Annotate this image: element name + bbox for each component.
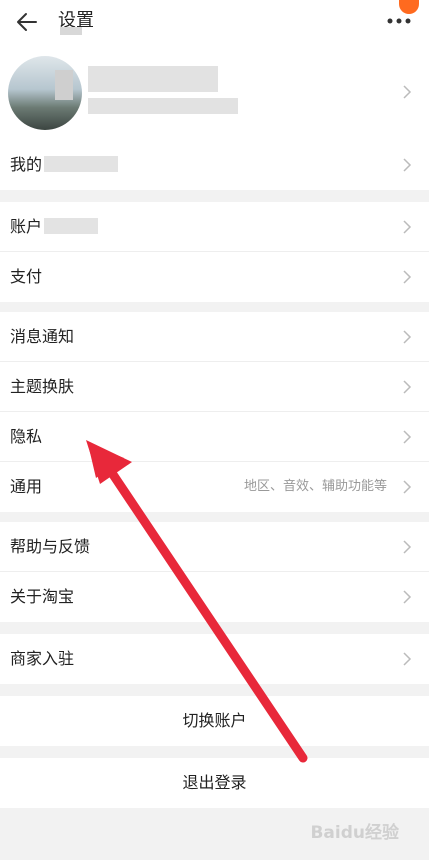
row-theme[interactable]: 主题换肤 [0, 362, 429, 412]
row-label: 商家入驻 [10, 649, 75, 668]
blurred-text [44, 218, 98, 234]
switch-account-button[interactable]: 切换账户 [0, 696, 429, 746]
settings-section: 消息通知 主题换肤 隐私 通用 地区、音效、辅助功能等 [0, 312, 429, 512]
logout-button[interactable]: 退出登录 [0, 758, 429, 808]
row-account[interactable]: 账户 [0, 202, 429, 252]
logout-label: 退出登录 [182, 773, 247, 792]
help-section: 帮助与反馈 关于淘宝 [0, 522, 429, 622]
notification-badge [399, 0, 419, 14]
chevron-right-icon [401, 270, 413, 284]
switch-account-label: 切换账户 [182, 711, 247, 730]
row-about[interactable]: 关于淘宝 [0, 572, 429, 622]
row-notifications[interactable]: 消息通知 [0, 312, 429, 362]
chevron-right-icon [401, 430, 413, 444]
row-privacy[interactable]: 隐私 [0, 412, 429, 462]
blurred-text [55, 70, 73, 100]
merchant-section: 商家入驻 [0, 634, 429, 684]
chevron-right-icon [401, 380, 413, 394]
row-my[interactable]: 我的 [0, 140, 429, 190]
chevron-right-icon [401, 85, 413, 99]
row-label: 支付 [10, 267, 43, 286]
blurred-text [60, 27, 82, 35]
chevron-right-icon [401, 652, 413, 666]
row-label: 关于淘宝 [10, 587, 75, 606]
row-help-feedback[interactable]: 帮助与反馈 [0, 522, 429, 572]
row-label: 账户 [10, 217, 43, 236]
account-section-2: 账户 支付 [0, 202, 429, 302]
row-label: 通用 [10, 477, 43, 496]
chevron-right-icon [401, 540, 413, 554]
row-value: 地区、音效、辅助功能等 [243, 479, 387, 494]
blurred-text [44, 156, 118, 172]
row-label: 隐私 [10, 427, 43, 446]
profile-card[interactable] [0, 44, 429, 140]
more-dots-icon[interactable] [387, 16, 411, 26]
chevron-right-icon [401, 158, 413, 172]
row-merchant[interactable]: 商家入驻 [0, 634, 429, 684]
row-label: 主题换肤 [10, 377, 75, 396]
back-arrow-icon[interactable] [16, 11, 38, 33]
blurred-nickname [88, 98, 238, 114]
chevron-right-icon [401, 590, 413, 604]
blurred-username [88, 66, 218, 92]
row-general[interactable]: 通用 地区、音效、辅助功能等 [0, 462, 429, 512]
watermark-text: Baidu经验 [310, 823, 399, 843]
chevron-right-icon [401, 480, 413, 494]
row-payment[interactable]: 支付 [0, 252, 429, 302]
row-label: 消息通知 [10, 327, 75, 346]
account-section: 我的 [0, 140, 429, 190]
top-nav-bar: 设置 [0, 0, 429, 44]
row-label: 我的 [10, 155, 43, 174]
chevron-right-icon [401, 220, 413, 234]
row-label: 帮助与反馈 [10, 537, 91, 556]
chevron-right-icon [401, 330, 413, 344]
